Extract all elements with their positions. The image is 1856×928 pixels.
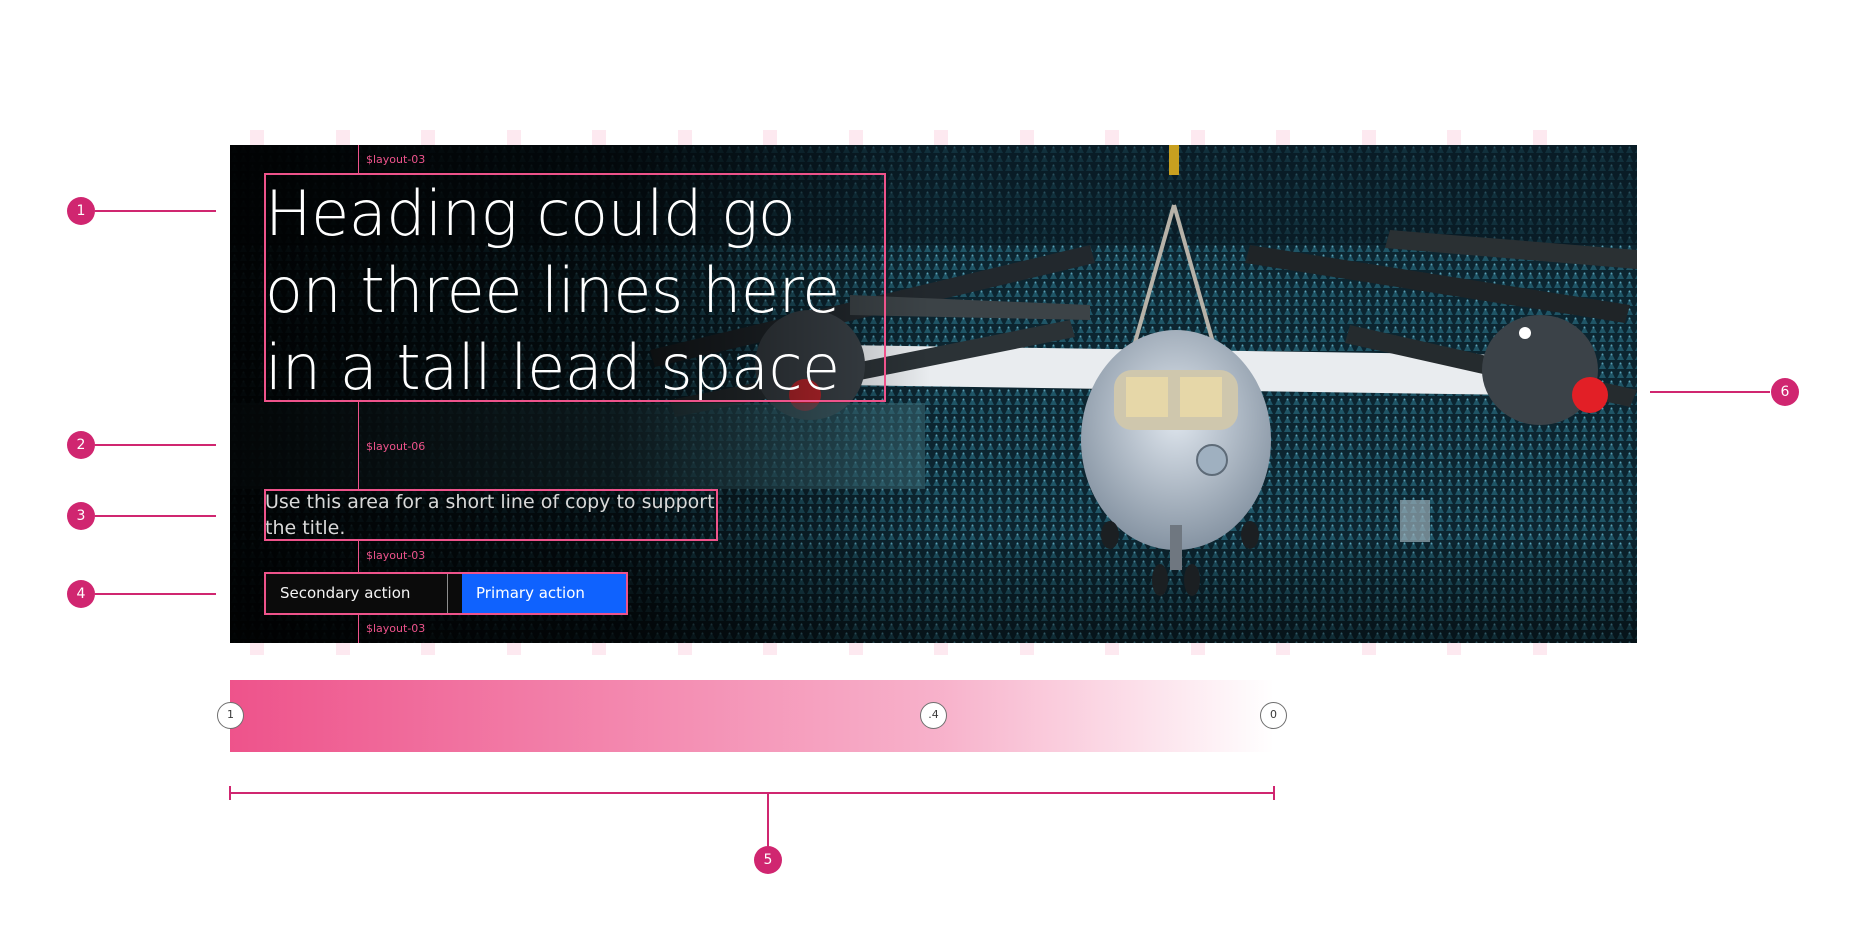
spacing-line-copy-buttons (358, 541, 359, 572)
gradient-stop-0: 0 (1260, 702, 1287, 729)
callout-1: 1 (67, 197, 95, 225)
spacing-line-heading-copy (358, 402, 359, 489)
copy-callout-outline (264, 489, 718, 541)
spacing-token-bottom: $layout-03 (366, 622, 426, 635)
callout-2: 2 (67, 431, 95, 459)
callout-3: 3 (67, 502, 95, 530)
button-group: Secondary action Primary action (264, 572, 628, 615)
callout-4: 4 (67, 580, 95, 608)
heading-callout-outline (264, 173, 886, 402)
gradient-stop-04: .4 (920, 702, 947, 729)
lead-space-banner: Heading could go on three lines here in … (230, 145, 1637, 643)
spacing-token-top: $layout-03 (366, 153, 426, 166)
primary-action-button[interactable]: Primary action (462, 574, 626, 613)
spacing-token-heading-copy: $layout-06 (366, 440, 426, 453)
spacing-line-bottom (358, 615, 359, 643)
gradient-stop-1: 1 (217, 702, 244, 729)
button-gap (448, 574, 462, 613)
overlay-gradient-bar (230, 680, 1274, 752)
callout-5: 5 (754, 846, 782, 874)
spacing-token-copy-buttons: $layout-03 (366, 549, 426, 562)
spacing-line-top (358, 145, 359, 173)
callout-6: 6 (1771, 378, 1799, 406)
secondary-action-button[interactable]: Secondary action (266, 574, 448, 613)
